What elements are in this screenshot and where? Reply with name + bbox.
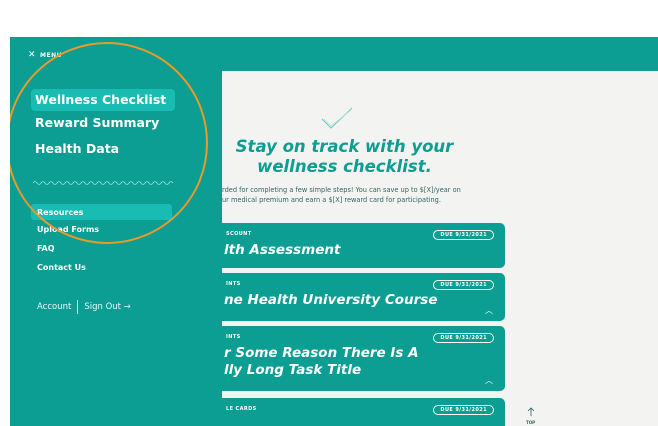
menu-label: MENU <box>40 51 63 59</box>
arrow-up-icon <box>527 407 534 416</box>
link-faq[interactable]: FAQ <box>37 244 55 253</box>
scroll-top-label: TOP <box>526 420 536 425</box>
card-title: ne Health University Course <box>224 292 438 308</box>
app-frame: ✕ MENU Wellness Checklist Reward Summary… <box>10 37 658 426</box>
card-tag: LE CARDS <box>226 406 257 412</box>
divider <box>77 300 79 314</box>
close-icon: ✕ <box>28 50 37 60</box>
nav-reward-summary[interactable]: Reward Summary <box>31 112 175 134</box>
menu-close-button[interactable]: ✕ MENU <box>28 50 62 60</box>
chevron-up-icon[interactable]: ︿ <box>485 307 493 315</box>
checkmark-icon <box>321 107 353 129</box>
wavy-divider <box>33 181 173 185</box>
due-badge: DUE 9/31/2021 <box>433 405 494 415</box>
sign-out-link[interactable]: Sign Out → <box>84 302 130 312</box>
card-title: r Some Reason There Is A lly Long Task T… <box>224 345 419 378</box>
task-card[interactable]: INTS DUE 9/31/2021 r Some Reason There I… <box>222 326 505 391</box>
chevron-up-icon[interactable]: ︿ <box>485 377 493 385</box>
account-link[interactable]: Account <box>37 302 71 312</box>
link-contact-us[interactable]: Contact Us <box>37 263 86 272</box>
account-row: Account Sign Out → <box>37 300 131 314</box>
page-description: rded for completing a few simple steps! … <box>222 186 461 204</box>
card-tag: INTS <box>226 281 241 287</box>
card-tag: INTS <box>226 334 241 340</box>
main-content: Stay on track with your wellness checkli… <box>222 71 658 426</box>
task-card[interactable]: INTS DUE 9/31/2021 ne Health University … <box>222 273 505 321</box>
card-title: lth Assessment <box>224 242 341 258</box>
link-upload-forms[interactable]: Upload Forms <box>37 225 99 234</box>
sidebar: ✕ MENU Wellness Checklist Reward Summary… <box>10 37 222 426</box>
scroll-top-button[interactable]: TOP <box>526 401 535 425</box>
task-card[interactable]: LE CARDS DUE 9/31/2021 <box>222 398 505 426</box>
card-tag: SCOUNT <box>226 231 252 237</box>
link-resources[interactable]: Resources <box>37 208 83 217</box>
page-title: Stay on track with your wellness checkli… <box>235 137 454 176</box>
task-card[interactable]: SCOUNT DUE 9/31/2021 lth Assessment <box>222 223 505 268</box>
due-badge: DUE 9/31/2021 <box>433 333 494 343</box>
due-badge: DUE 9/31/2021 <box>433 280 494 290</box>
nav-wellness-checklist[interactable]: Wellness Checklist <box>31 89 175 111</box>
due-badge: DUE 9/31/2021 <box>433 230 494 240</box>
nav-health-data[interactable]: Health Data <box>31 138 175 160</box>
